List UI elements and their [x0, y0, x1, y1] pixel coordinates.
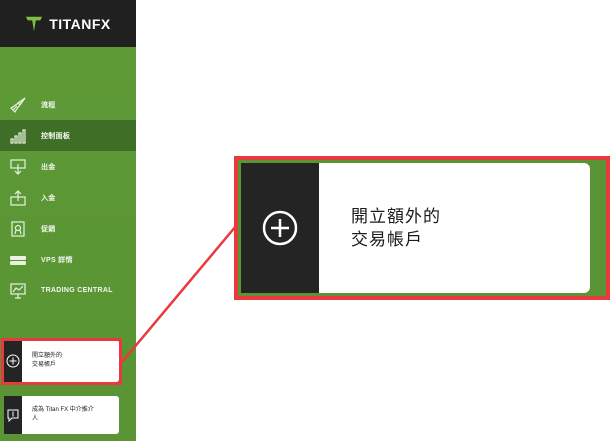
titanfx-logo-icon: [26, 16, 43, 31]
logo-text: TITANFX: [49, 15, 111, 32]
bar-chart-icon: [8, 126, 28, 146]
sidebar-item-label: 流程: [41, 101, 56, 109]
zoomed-open-account-label: 開立額外的 交易帳戶: [351, 207, 441, 249]
sidebar-item-label: 出金: [41, 163, 56, 171]
dollar-chat-icon: [4, 396, 22, 434]
highlight-box-zoom: 開立額外的 交易帳戶: [234, 156, 610, 300]
sidebar-item-label: 入金: [41, 194, 56, 202]
sidebar-item-deposit[interactable]: 入金: [0, 182, 136, 213]
server-icon: [8, 250, 28, 270]
become-partner-button[interactable]: 成為 Titan FX 中介推介 人: [4, 396, 119, 434]
sidebar-item-label: VPS 詳情: [41, 256, 73, 264]
sidebar-item-label: 促銷: [41, 225, 56, 233]
sidebar-item-withdraw[interactable]: 出金: [0, 151, 136, 182]
promotion-icon: [8, 219, 28, 239]
sidebar-item-label: 控制面板: [41, 132, 71, 140]
sidebar-item-trading-central[interactable]: TRADING CENTRAL: [0, 275, 136, 306]
logo-bar: TITANFX: [0, 0, 136, 47]
chart-board-icon: [8, 281, 28, 301]
become-partner-label: 成為 Titan FX 中介推介 人: [32, 407, 94, 422]
rocket-icon: [8, 95, 28, 115]
sidebar-item-promotions[interactable]: 促銷: [0, 213, 136, 244]
highlight-box-small: [1, 338, 122, 385]
sidebar-item-label: TRADING CENTRAL: [41, 287, 113, 294]
sidebar-nav: 流程 控制面板 出金 入金 促銷 VPS 詳情 TRADING CENTRAL: [0, 89, 136, 306]
sidebar-item-dashboard[interactable]: 控制面板: [0, 120, 136, 151]
plus-circle-icon: [241, 163, 319, 293]
deposit-icon: [8, 188, 28, 208]
withdraw-icon: [8, 157, 28, 177]
sidebar-item-process[interactable]: 流程: [0, 89, 136, 120]
zoomed-open-account-button[interactable]: 開立額外的 交易帳戶: [241, 163, 590, 293]
sidebar-item-vps[interactable]: VPS 詳情: [0, 244, 136, 275]
